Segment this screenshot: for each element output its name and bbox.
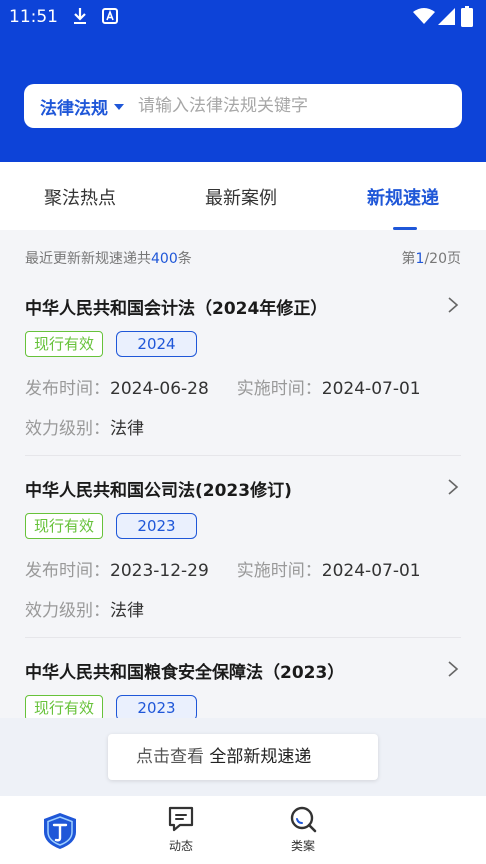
app-notification-icon	[102, 8, 118, 24]
update-count: 400	[151, 251, 178, 267]
bottom-nav: 动态 类案	[0, 796, 486, 864]
list-item[interactable]: 中华人民共和国公司法(2023修订) 现行有效 2023 发布时间：2023-1…	[0, 456, 486, 638]
page-indicator: 第1/20页	[401, 251, 461, 267]
message-icon	[168, 806, 194, 832]
nav-label: 动态	[168, 839, 193, 853]
search-bar[interactable]: 法律法规	[24, 84, 462, 128]
status-bar: 11:51	[0, 0, 486, 34]
list-item[interactable]: 中华人民共和国会计法（2024年修正） 现行有效 2024 发布时间：2024-…	[0, 274, 486, 456]
download-icon	[74, 8, 86, 24]
effect-level: 法律	[110, 419, 144, 439]
item-title: 中华人民共和国会计法（2024年修正）	[25, 299, 328, 319]
date-row: 发布时间：2023-12-29 实施时间：2024-07-01	[25, 561, 421, 581]
status-badge: 现行有效	[25, 331, 103, 357]
tab-hot-topics[interactable]: 聚法热点	[44, 184, 116, 210]
caret-down-icon[interactable]	[114, 104, 124, 110]
active-tab-indicator	[393, 227, 417, 230]
effective-date: 2024-07-01	[321, 379, 421, 399]
nav-item-similar-cases[interactable]: 类案	[273, 804, 333, 854]
publish-date: 2023-12-29	[110, 561, 209, 581]
status-time: 11:51	[9, 7, 58, 27]
nav-label: 类案	[290, 839, 315, 853]
chevron-right-icon	[448, 479, 459, 495]
status-badge: 现行有效	[25, 513, 103, 539]
year-badge: 2024	[116, 331, 197, 357]
effective-date: 2024-07-01	[321, 561, 421, 581]
view-all-button[interactable]: 点击查看 全部新规速递	[108, 734, 378, 780]
update-summary: 最近更新新规速递共400条	[25, 251, 192, 267]
item-title: 中华人民共和国公司法(2023修订)	[25, 481, 292, 501]
search-icon	[290, 806, 317, 833]
nav-item-dynamics[interactable]: 动态	[151, 804, 211, 854]
search-category-select[interactable]: 法律法规	[40, 94, 108, 119]
date-row: 发布时间：2024-06-28 实施时间：2024-07-01	[25, 379, 421, 399]
level-row: 效力级别：法律	[25, 601, 144, 621]
year-badge: 2023	[116, 513, 197, 539]
tab-latest-cases[interactable]: 最新案例	[205, 184, 277, 210]
app-logo-shield-icon[interactable]	[42, 812, 78, 850]
chevron-right-icon	[448, 661, 459, 677]
search-input[interactable]	[138, 96, 438, 116]
header: 11:51 法律法规	[0, 0, 486, 162]
battery-icon	[461, 6, 473, 27]
tab-new-regulations[interactable]: 新规速递	[367, 184, 439, 210]
chevron-right-icon	[448, 297, 459, 313]
effect-level: 法律	[110, 601, 144, 621]
signal-icon	[438, 8, 455, 25]
tab-bar: 聚法热点 最新案例 新规速递	[0, 162, 486, 230]
publish-date: 2024-06-28	[110, 379, 209, 399]
item-title: 中华人民共和国粮食安全保障法（2023）	[25, 663, 345, 683]
wifi-icon	[413, 8, 435, 24]
level-row: 效力级别：法律	[25, 419, 144, 439]
